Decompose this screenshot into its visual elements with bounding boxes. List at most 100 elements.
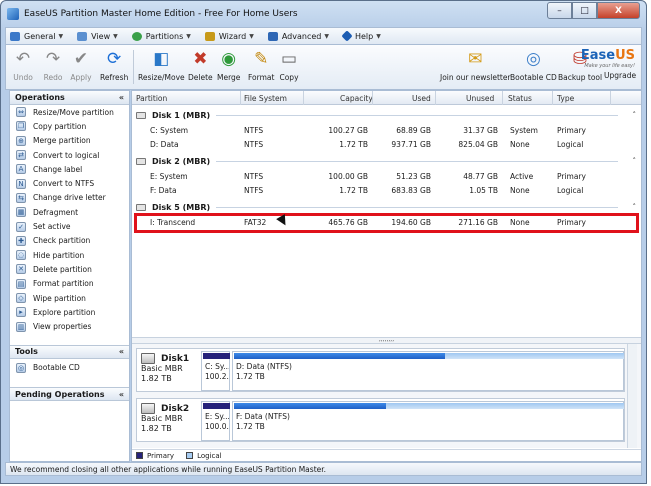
operation-item[interactable]: ◌ Hide partition — [10, 248, 129, 262]
operation-item[interactable]: ⇄ Convert to logical — [10, 148, 129, 162]
operation-label: Explore partition — [33, 307, 96, 317]
collapse-icon[interactable]: « — [119, 93, 124, 102]
redo-button[interactable]: ↷ Redo — [42, 48, 64, 82]
operation-label: Delete partition — [33, 264, 92, 274]
col-type[interactable]: Type — [557, 94, 574, 103]
copy-button[interactable]: ▭ Copy — [278, 48, 300, 82]
column-divider[interactable] — [610, 91, 611, 105]
operation-item[interactable]: A Change label — [10, 162, 129, 176]
newsletter-button[interactable]: ✉ Join our newsletter — [440, 48, 511, 82]
menu-view[interactable]: View ▼ — [77, 31, 118, 41]
table-row[interactable]: C: System NTFS 100.27 GB 68.89 GB 31.37 GB Sy… — [132, 123, 643, 137]
pending-header[interactable]: Pending Operations « — [10, 387, 129, 402]
col-used[interactable]: Used — [412, 94, 431, 103]
delete-button[interactable]: ✖ Delete — [188, 48, 213, 82]
table-row[interactable]: F: Data NTFS 1.72 TB 683.83 GB 1.05 TB None Lo… — [132, 183, 643, 197]
upgrade-button[interactable]: Upgrade — [604, 71, 636, 80]
menu-help[interactable]: Help ▼ — [341, 30, 381, 42]
logo-brand-b: US — [615, 48, 635, 63]
operation-icon: A — [16, 164, 26, 175]
disk-info: Disk2 Basic MBR 1.82 TB — [141, 403, 189, 434]
menu-wizard[interactable]: Wizard ▼ — [204, 31, 254, 41]
operation-item[interactable]: ◇ Wipe partition — [10, 291, 129, 305]
cell-fs: NTFS — [244, 172, 264, 181]
partition-block-logical[interactable]: D: Data (NTFS) 1.72 TB — [232, 351, 624, 391]
disk-map-card[interactable]: Disk1Basic MBR1.82 TBC: Sy...100.2...D: … — [136, 348, 625, 392]
operation-item[interactable]: ▸ Explore partition — [10, 305, 129, 319]
partition-block-logical[interactable]: F: Data (NTFS) 1.72 TB — [232, 401, 624, 441]
upgrade-label: Upgrade — [604, 71, 637, 80]
col-unused[interactable]: Unused — [466, 94, 494, 103]
table-row[interactable]: D: Data NTFS 1.72 TB 937.71 GB 825.04 GB None… — [132, 137, 643, 151]
operation-label: Wipe partition — [33, 293, 86, 303]
apply-button[interactable]: ✔ Apply — [70, 48, 92, 82]
operation-icon: N — [16, 178, 26, 189]
partition-block-primary[interactable]: C: Sy...100.2... — [201, 351, 230, 391]
tool-item-bootable-cd[interactable]: ◎ Bootable CD — [10, 361, 129, 375]
disk-name: Disk1 — [161, 354, 190, 364]
column-divider[interactable] — [372, 91, 373, 105]
collapse-icon[interactable]: « — [119, 347, 124, 356]
operation-item[interactable]: ⇆ Change drive letter — [10, 191, 129, 205]
menu-advanced[interactable]: Advanced ▼ — [267, 31, 329, 41]
refresh-button[interactable]: ⟳ Refresh — [100, 48, 128, 82]
operation-item[interactable]: ✓ Set active — [10, 219, 129, 233]
operation-item[interactable]: ⊕ Merge partition — [10, 134, 129, 148]
menu-general[interactable]: General ▼ — [10, 31, 64, 41]
column-divider[interactable] — [240, 91, 241, 105]
cell-capacity: 100.00 GB — [328, 172, 368, 181]
column-divider[interactable] — [552, 91, 553, 105]
disk-map-scrollbar[interactable] — [627, 344, 637, 448]
panel-splitter[interactable]: ,,,,,,,, — [132, 337, 641, 344]
operation-icon: ◌ — [16, 250, 26, 261]
menu-partitions[interactable]: Partitions ▼ — [131, 31, 191, 41]
partition-size: 1.72 TB — [236, 372, 265, 381]
operation-item[interactable]: ▥ View properties — [10, 319, 129, 333]
disk-group-header[interactable]: Disk 1 (MBR) ˄ — [136, 109, 636, 121]
operation-label: Change drive letter — [33, 193, 106, 203]
disk-map-card[interactable]: Disk2Basic MBR1.82 TB E: Sy...100.0...F: … — [136, 398, 625, 442]
table-row[interactable]: E: System NTFS 100.00 GB 51.23 GB 48.77 GB Ac… — [132, 169, 643, 183]
disk-group-header[interactable]: Disk 5 (MBR) ˄ — [136, 201, 636, 213]
cell-status: Active — [510, 172, 534, 181]
partition-block-primary[interactable]: E: Sy...100.0... — [201, 401, 230, 441]
operation-item[interactable]: ✕ Delete partition — [10, 262, 129, 276]
resize-move-button[interactable]: ◧ Resize/Move — [138, 48, 185, 82]
column-divider[interactable] — [502, 91, 503, 105]
operation-item[interactable]: ✚ Check partition — [10, 234, 129, 248]
used-fill — [234, 353, 445, 359]
col-file-system[interactable]: File System — [244, 94, 287, 103]
column-divider[interactable] — [303, 91, 304, 105]
resize-move-icon: ◧ — [153, 49, 170, 69]
operation-item[interactable]: ❐ Copy partition — [10, 119, 129, 133]
bootable-cd-button[interactable]: ◎ Bootable CD — [510, 48, 557, 82]
disk-map: Disk1Basic MBR1.82 TBC: Sy...100.2...D: … — [132, 344, 641, 448]
merge-button[interactable]: ◉ Merge — [217, 48, 240, 82]
disk-group-header[interactable]: Disk 2 (MBR) ˄ — [136, 155, 636, 167]
operation-item[interactable]: ⇔ Resize/Move partition — [10, 105, 129, 119]
operation-item[interactable]: ▦ Defragment — [10, 205, 129, 219]
collapse-icon[interactable]: « — [119, 390, 124, 399]
operation-label: Check partition — [33, 236, 91, 246]
close-button[interactable]: X — [597, 2, 640, 19]
column-divider[interactable] — [435, 91, 436, 105]
operations-header[interactable]: Operations « — [10, 91, 129, 105]
collapse-icon[interactable]: ˄ — [633, 111, 637, 119]
collapse-icon[interactable]: ˄ — [633, 157, 637, 165]
operation-item[interactable]: ▤ Format partition — [10, 277, 129, 291]
menu-label: General — [24, 31, 56, 41]
disk-label: Disk 1 (MBR) — [152, 110, 211, 120]
operation-item[interactable]: N Convert to NTFS — [10, 176, 129, 190]
undo-button[interactable]: ↶ Undo — [12, 48, 34, 82]
minimize-button[interactable]: – — [547, 2, 572, 19]
maximize-button[interactable]: □ — [572, 2, 597, 19]
format-button[interactable]: ✎ Format — [248, 48, 274, 82]
chevron-down-icon: ▼ — [58, 32, 64, 40]
cell-type: Primary — [557, 126, 586, 135]
collapse-icon[interactable]: ˄ — [633, 203, 637, 211]
col-status[interactable]: Status — [508, 94, 532, 103]
title-bar[interactable]: EaseUS Partition Master Home Edition - F… — [1, 1, 646, 27]
tools-header[interactable]: Tools « — [10, 344, 129, 359]
col-capacity[interactable]: Capacity — [340, 94, 373, 103]
col-partition[interactable]: Partition — [136, 94, 167, 103]
